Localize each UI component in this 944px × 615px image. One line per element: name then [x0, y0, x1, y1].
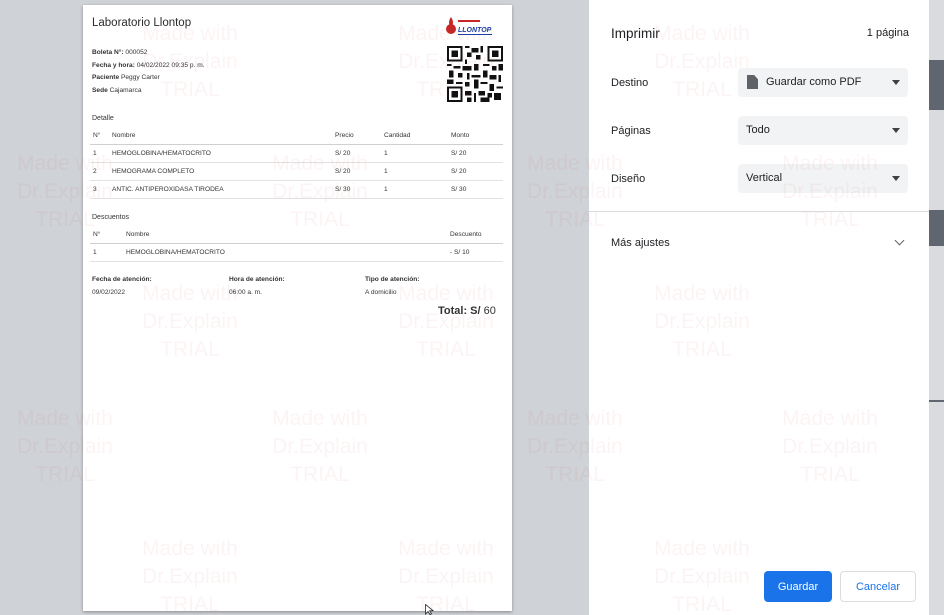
table-row: 3 ANTIC. ANTIPEROXIDASA TIRODEA S/ 30 1 …	[90, 180, 503, 199]
layout-label: Diseño	[611, 173, 646, 185]
table-row: 1 HEMOGLOBINA/HEMATOCRITO - S/ 10	[90, 243, 503, 262]
logo-text: LLONTOP	[458, 27, 492, 34]
qr-code	[447, 46, 503, 102]
panel-divider	[589, 211, 929, 212]
mouse-cursor-icon	[425, 604, 434, 615]
pages-select[interactable]: Todo	[738, 116, 908, 145]
table-row: 1 HEMOGLOBINA/HEMATOCRITO S/ 20 1 S/ 20	[90, 144, 503, 163]
detail-header-row: N° Nombre Precio Cantidad Monto	[90, 128, 503, 145]
pages-label: Páginas	[611, 125, 651, 137]
destination-value: Guardar como PDF	[766, 76, 862, 88]
discounts-header-row: N° Nombre Descuento	[90, 227, 503, 244]
chevron-down-icon[interactable]	[894, 235, 905, 246]
boleta-number: 000052	[125, 49, 148, 56]
page-count: 1 página	[866, 27, 909, 39]
table-row: 2 HEMOGRAMA COMPLETO S/ 20 1 S/ 20	[90, 162, 503, 181]
patient-name: Peggy Carter	[120, 74, 160, 81]
invoice-meta: Boleta N°: 000052 Fecha y hora: 04/02/20…	[92, 49, 205, 94]
lab-name: Laboratorio Llontop	[92, 17, 192, 29]
dropdown-caret-icon	[892, 128, 900, 133]
file-icon	[747, 75, 758, 89]
pages-value: Todo	[746, 124, 770, 136]
destination-select[interactable]: Guardar como PDF	[738, 68, 908, 97]
background-window-right	[929, 0, 944, 615]
invoice-datetime: 04/02/2022 09:35 p. m.	[136, 61, 205, 69]
attention-type: Tipo de atención: A domicilio	[365, 276, 420, 296]
detail-table: N° Nombre Precio Cantidad Monto 1 HEMOGL…	[90, 128, 503, 199]
attention-time: Hora de atención: 06:00 a. m.	[229, 276, 285, 296]
total-amount: 60	[483, 305, 496, 317]
save-button[interactable]: Guardar	[764, 571, 832, 602]
layout-value: Vertical	[746, 172, 783, 184]
cancel-button[interactable]: Cancelar	[840, 571, 916, 602]
print-preview-area: Laboratorio Llontop LLONTOP Boleta N°: 0…	[0, 0, 589, 615]
discounts-table: N° Nombre Descuento 1 HEMOGLOBINA/HEMATO…	[90, 227, 503, 262]
lab-logo: LLONTOP	[446, 17, 495, 35]
print-settings-panel: Imprimir 1 página Destino Guardar como P…	[589, 0, 929, 615]
dropdown-caret-icon	[892, 176, 900, 181]
print-dialog-title: Imprimir	[611, 26, 660, 41]
branch-name: Cajamarca	[109, 86, 142, 94]
detail-section-title: Detalle	[92, 115, 114, 122]
more-settings-toggle[interactable]: Más ajustes	[611, 237, 670, 249]
dropdown-caret-icon	[892, 80, 900, 85]
preview-page: Laboratorio Llontop LLONTOP Boleta N°: 0…	[83, 5, 512, 611]
invoice-total: Total: S/ 60	[438, 305, 496, 317]
destination-label: Destino	[611, 77, 649, 89]
discounts-section-title: Descuentos	[92, 214, 129, 221]
attention-date: Fecha de atención: 09/02/2022	[92, 276, 152, 296]
layout-select[interactable]: Vertical	[738, 164, 908, 193]
